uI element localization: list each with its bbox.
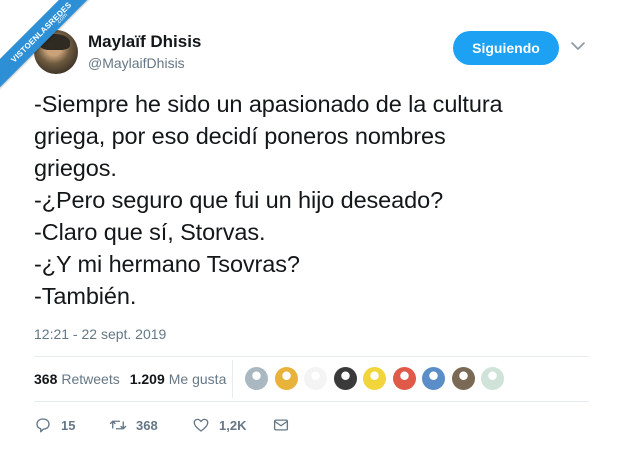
cartoon-avatar[interactable] [274, 367, 298, 390]
reply-button[interactable]: 15 [34, 416, 109, 434]
tweet-text: -Siempre he sido un apasionado de la cul… [34, 91, 503, 309]
follow-button[interactable]: Siguiendo [453, 31, 559, 65]
like-button[interactable]: 1,2K [192, 416, 272, 434]
reply-icon [36, 418, 50, 433]
mermaid-avatar[interactable] [392, 367, 416, 390]
like-count: 1,2K [219, 417, 247, 433]
stats-separator [232, 360, 233, 398]
photo-avatar[interactable] [451, 367, 475, 390]
illustration-avatar[interactable] [422, 367, 445, 390]
envelope-icon [273, 419, 289, 431]
display-name[interactable]: Maylaïf Dhisis [88, 32, 201, 52]
tweet-actions: 15 368 1,2K [34, 412, 290, 438]
default-avatar[interactable] [245, 367, 268, 390]
yellow-cartoon-avatar[interactable] [363, 367, 386, 390]
liker-avatars [245, 367, 511, 390]
tweet-header: Maylaïf Dhisis @MaylaifDhisis Siguiendo [34, 30, 599, 78]
dark-avatar[interactable] [333, 367, 357, 390]
retweet-count: 368 [136, 417, 158, 433]
divider [34, 356, 589, 357]
anime-avatar[interactable] [304, 367, 327, 390]
direct-message-button[interactable] [272, 416, 290, 434]
retweets-stat[interactable]: 368 Retweets [34, 371, 120, 387]
retweets-label: Retweets [61, 371, 120, 387]
tweet-timestamp[interactable]: 12:21 - 22 sept. 2019 [34, 326, 166, 342]
likes-count: 1.209 [129, 371, 165, 387]
reply-count: 15 [61, 417, 76, 433]
pastel-avatar[interactable] [481, 367, 504, 390]
likes-stat[interactable]: 1.209 Me gusta [130, 371, 227, 387]
retweets-count: 368 [34, 371, 58, 387]
author-info: Maylaïf Dhisis @MaylaifDhisis [88, 32, 201, 71]
tweet-stats: 368 Retweets 1.209 Me gusta [34, 360, 236, 398]
heart-icon [193, 418, 209, 432]
user-handle[interactable]: @MaylaifDhisis [88, 55, 201, 71]
likes-label: Me gusta [168, 371, 227, 387]
chevron-down-icon[interactable] [570, 38, 586, 54]
divider [34, 401, 589, 402]
retweet-icon [109, 420, 127, 430]
retweet-button[interactable]: 368 [109, 416, 192, 434]
